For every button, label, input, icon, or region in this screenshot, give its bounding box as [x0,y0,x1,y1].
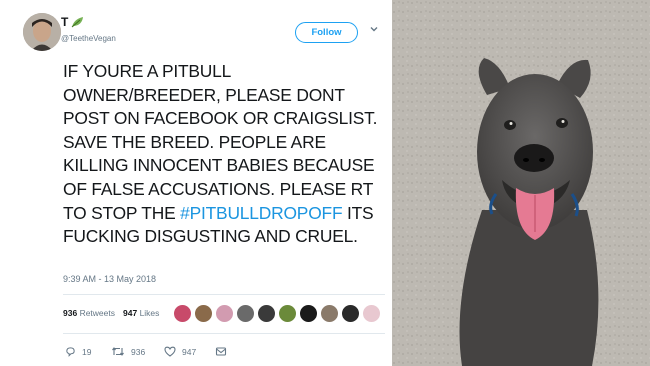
liker-avatar[interactable] [215,304,234,323]
display-name-text: T [61,15,69,29]
reply-count: 19 [82,346,92,357]
leaf-emoji-icon [72,17,84,28]
follow-button[interactable]: Follow [295,22,358,43]
retweet-icon [112,347,124,356]
liker-avatar[interactable] [278,304,297,323]
retweet-action[interactable]: 936 [111,346,145,357]
liker-avatar[interactable] [194,304,213,323]
divider [63,294,385,295]
like-count: 947 [182,346,197,357]
divider [63,333,385,334]
liker-avatar[interactable] [257,304,276,323]
hashtag-link[interactable]: #PITBULLDROPOFF [180,203,342,223]
retweets-count: 936 [63,308,78,318]
retweets-label: Retweets [79,308,115,318]
avatar-image [23,13,61,51]
retweets-stat[interactable]: 936 Retweets [63,308,115,318]
tweet-text-line: SAVE THE BREED. PEOPLE ARE [63,131,326,152]
tweet-text: IF YOURE A PITBULL OWNER/BREEDER, PLEASE… [63,60,385,249]
liker-avatars [173,304,383,323]
heart-icon [164,346,176,357]
tweet-timestamp[interactable]: 9:39 AM - 13 May 2018 [63,274,156,284]
tweet-text-line: KILLING INNOCENT BABIES BECAUSE [63,155,375,176]
tweet-text-line: TO STOP THE #PITBULLDROPOFF ITS [63,202,385,226]
like-action[interactable]: 947 [164,346,196,357]
liker-avatar[interactable] [362,304,381,323]
display-name[interactable]: T [61,15,85,29]
liker-avatar[interactable] [299,304,318,323]
tweet-text-segment: ITS [342,202,374,223]
liker-avatar[interactable] [320,304,339,323]
tweet-text-line: POST ON FACEBOOK OR CRAIGSLIST. [63,108,378,129]
retweet-count: 936 [131,346,146,357]
message-action[interactable] [215,346,227,357]
tweet-card: T @TeetheVegan Follow IF YOURE A PITBULL… [0,0,392,366]
chevron-down-icon[interactable] [369,24,379,34]
reply-icon [66,347,75,357]
liker-avatar[interactable] [341,304,360,323]
likes-label: Likes [139,308,160,318]
tweet-text-line: FUCKING DISGUSTING AND CRUEL. [63,226,358,247]
message-icon [215,347,227,356]
pitbull-dog-image [392,0,650,366]
reply-action[interactable]: 19 [65,346,91,357]
tweet-text-line: OWNER/BREEDER, PLEASE DONT [63,84,345,105]
engagement-stats: 936 Retweets 947 Likes [63,308,159,318]
liker-avatar[interactable] [173,304,192,323]
likes-stat[interactable]: 947 Likes [123,308,159,318]
likes-count: 947 [123,308,138,318]
tweet-text-segment: TO STOP THE [63,202,181,223]
tweet-text-line: OF FALSE ACCUSATIONS. PLEASE RT [63,178,374,199]
avatar[interactable] [23,13,61,51]
dog-photo [392,0,650,366]
tweet-text-line: IF YOURE A PITBULL [63,61,232,81]
liker-avatar[interactable] [236,304,255,323]
user-handle[interactable]: @TeetheVegan [61,34,116,43]
